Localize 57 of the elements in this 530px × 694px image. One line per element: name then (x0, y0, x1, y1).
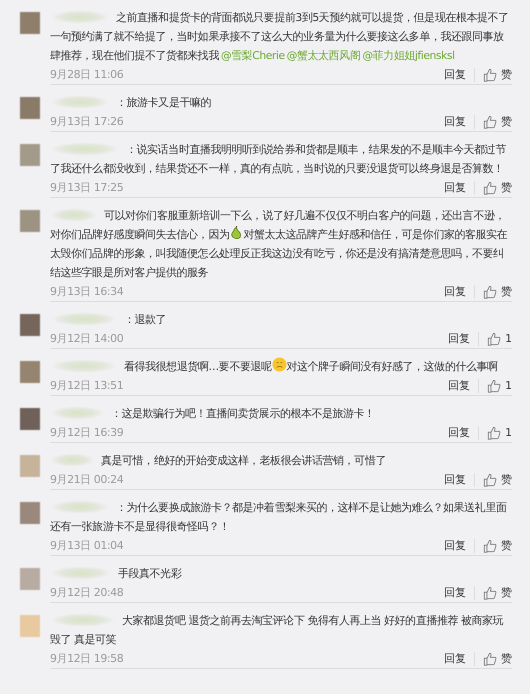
thumbs-up-icon (483, 652, 497, 666)
like-button[interactable]: 赞 (483, 284, 512, 298)
reply-button[interactable]: 回复 (444, 284, 466, 298)
comment-date: 9月28日 11:06 (50, 67, 124, 82)
thumbs-up-icon (487, 378, 502, 392)
comment-date: 9月13日 17:25 (50, 180, 124, 195)
like-button[interactable]: 赞 (483, 586, 512, 600)
reply-button[interactable]: 回复 (444, 472, 466, 486)
reply-button[interactable]: 回复 (448, 332, 470, 346)
thumbs-up-icon (483, 472, 497, 486)
like-button[interactable]: 赞 (483, 180, 512, 194)
like-button[interactable]: 赞 (483, 114, 512, 128)
avatar-blurred (20, 455, 40, 477)
reply-button[interactable]: 回复 (448, 426, 470, 440)
reply-button[interactable]: 回复 (444, 652, 466, 666)
avatar-blurred (20, 502, 40, 524)
comment-date: 9月13日 16:34 (50, 284, 124, 299)
reply-button[interactable]: 回复 (444, 68, 466, 82)
thumbs-up-icon (483, 114, 497, 128)
like-button[interactable]: 赞 (483, 652, 512, 666)
thumbs-up-icon (483, 538, 497, 552)
avatar-blurred (20, 568, 40, 590)
avatar-blurred (20, 144, 40, 166)
like-button[interactable]: 1 (487, 378, 512, 392)
pear-emoji-icon (229, 226, 244, 240)
thumbs-up-icon (483, 284, 497, 298)
comment-date: 9月21日 00:24 (50, 472, 124, 487)
thumbs-up-icon (487, 426, 502, 440)
avatar-blurred (20, 615, 40, 637)
comment-date: 9月12日 13:51 (50, 378, 124, 393)
avatar-blurred (20, 361, 40, 383)
comment-date: 9月12日 16:39 (50, 425, 124, 440)
like-button[interactable]: 1 (487, 426, 512, 440)
like-button[interactable]: 赞 (483, 538, 512, 552)
like-button[interactable]: 1 (487, 332, 512, 346)
like-button[interactable]: 赞 (483, 472, 512, 486)
like-button[interactable]: 赞 (483, 68, 512, 82)
avatar-blurred (20, 12, 40, 34)
comment-date: 9月12日 19:58 (50, 651, 124, 666)
thumbs-up-icon (483, 586, 497, 600)
avatar-blurred (20, 408, 40, 430)
comment-date: 9月12日 20:48 (50, 585, 124, 600)
reply-button[interactable]: 回复 (448, 378, 470, 392)
thumbs-up-icon (483, 180, 497, 194)
reply-button[interactable]: 回复 (444, 180, 466, 194)
thumbs-up-icon (483, 68, 497, 82)
thumbs-up-icon (487, 332, 502, 346)
reply-button[interactable]: 回复 (444, 586, 466, 600)
avatar-blurred (20, 314, 40, 336)
comment-date: 9月13日 01:04 (50, 538, 124, 553)
comment-date: 9月13日 17:26 (50, 114, 124, 129)
reply-button[interactable]: 回复 (444, 114, 466, 128)
smiley-emoji-icon (272, 357, 286, 372)
avatar-blurred (20, 97, 40, 119)
reply-button[interactable]: 回复 (444, 538, 466, 552)
comment-date: 9月12日 14:00 (50, 331, 124, 346)
avatar-blurred (20, 210, 40, 232)
